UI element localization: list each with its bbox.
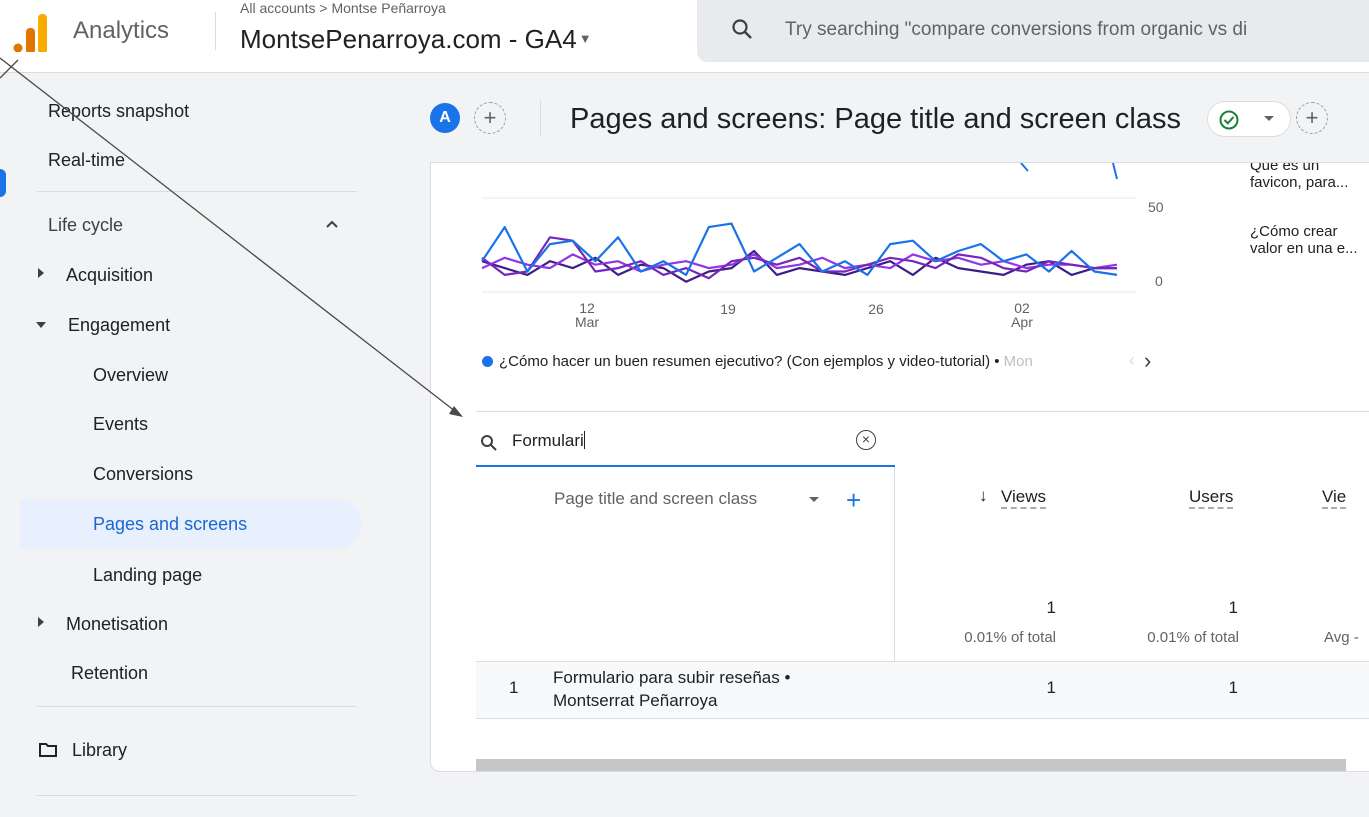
x-tick-day: 12 <box>579 300 595 316</box>
column-header-users[interactable]: Users <box>1189 487 1233 507</box>
text-cursor <box>583 431 585 449</box>
x-tick-month: Apr <box>1011 314 1033 330</box>
row-page-title[interactable]: Formulario para subir reseñas • Montserr… <box>553 666 873 712</box>
legend-prev-icon[interactable]: ‹ <box>1129 350 1135 371</box>
sidebar-item-conversions[interactable]: Conversions <box>93 464 193 485</box>
legend-text: ¿Cómo hacer un buen resumen ejecutivo? (… <box>499 353 1004 370</box>
folder-icon <box>39 743 57 757</box>
add-comparison-icon[interactable]: + <box>474 102 506 134</box>
sidebar-item-events[interactable]: Events <box>93 414 148 435</box>
sidebar-section-life-cycle[interactable]: Life cycle <box>48 215 123 236</box>
breadcrumb[interactable]: All accounts > Montse Peñarroya <box>240 0 446 16</box>
collapse-indicator[interactable] <box>0 169 6 197</box>
sidebar-divider <box>37 795 357 796</box>
total-users-pct: 0.01% of total <box>1147 629 1239 646</box>
account-name: MontsePenarroya.com - GA4 <box>240 24 577 54</box>
search-text: Formulari <box>512 431 584 450</box>
sidebar-item-label: Monetisation <box>66 614 169 634</box>
sidebar-divider <box>37 191 357 192</box>
sidebar-item-overview[interactable]: Overview <box>93 365 168 386</box>
x-tick-day: 02 <box>1014 300 1030 316</box>
search-input[interactable]: Try searching "compare conversions from … <box>785 19 1247 41</box>
chevron-down-icon <box>1264 116 1274 121</box>
total-views-pct: 0.01% of total <box>964 629 1056 646</box>
sidebar-divider <box>37 706 357 707</box>
x-tick-label: 12 Mar <box>572 301 602 329</box>
chevron-down-icon: ▼ <box>578 31 592 46</box>
sidebar-item-library[interactable]: Library <box>38 740 127 761</box>
side-legend-item: Qué es un favicon, para... <box>1250 162 1349 191</box>
row-views: 1 <box>1046 678 1056 697</box>
search-icon <box>481 435 497 451</box>
sidebar-item-label: Engagement <box>68 315 171 335</box>
report-card: 50 0 12 Mar 19 26 02 Apr Qué es un favic… <box>430 162 1369 772</box>
brand-name: Analytics <box>73 17 170 44</box>
clear-search-icon[interactable]: × <box>856 430 876 450</box>
x-tick-label: 26 <box>868 301 884 317</box>
chart-series-fragment <box>1112 163 1118 180</box>
x-tick-label: 02 Apr <box>1007 301 1037 329</box>
chevron-up-icon[interactable] <box>325 219 339 229</box>
row-divider <box>476 718 1369 719</box>
sidebar-item-label: Library <box>72 740 128 760</box>
dimension-header[interactable]: Page title and screen class <box>554 489 757 509</box>
add-dimension-icon[interactable]: + <box>846 485 861 516</box>
total-views: 1 <box>1046 598 1056 617</box>
sidebar-item-realtime[interactable]: Real-time <box>48 150 125 171</box>
page-title: Pages and screens: Page title and screen… <box>570 103 1181 135</box>
column-header-views-per-user[interactable]: Vie <box>1322 487 1346 507</box>
total-users: 1 <box>1228 598 1238 617</box>
sort-arrow-icon[interactable]: ↓ <box>979 486 988 506</box>
sidebar-item-retention[interactable]: Retention <box>71 663 148 684</box>
x-tick-month: Mar <box>574 314 600 330</box>
analytics-logo-icon[interactable] <box>8 8 48 52</box>
column-header-views[interactable]: Views <box>1001 487 1046 507</box>
header-divider <box>215 12 216 50</box>
x-tick-label: 19 <box>720 301 736 317</box>
table-divider <box>476 411 1369 412</box>
top-header: Analytics All accounts > Montse Peñarroy… <box>0 0 1369 73</box>
sidebar-item-label: Acquisition <box>66 265 154 285</box>
sidebar-item-landing-page[interactable]: Landing page <box>93 565 202 586</box>
chart-series-fragment <box>1020 163 1029 172</box>
sidebar-item-monetisation[interactable]: Monetisation <box>38 614 168 635</box>
legend-text-faded: Mon <box>1003 353 1033 370</box>
search-field-value: Formulari <box>512 431 585 451</box>
sidebar-item-engagement[interactable]: Engagement <box>36 315 170 336</box>
sidebar: Reports snapshot Real-time Life cycle Ac… <box>0 73 375 817</box>
collapse-arrow-icon <box>36 322 46 328</box>
sidebar-item-acquisition[interactable]: Acquisition <box>38 265 153 286</box>
expand-arrow-icon <box>38 617 44 627</box>
sidebar-item-reports-snapshot[interactable]: Reports snapshot <box>48 101 189 122</box>
legend-next-icon[interactable]: › <box>1144 348 1151 374</box>
report-status-dropdown[interactable] <box>1207 101 1291 137</box>
horizontal-scrollbar[interactable] <box>476 759 1346 771</box>
row-users: 1 <box>1228 678 1238 697</box>
avg-label: Avg - <box>1324 629 1359 646</box>
comparison-avatar[interactable]: A <box>430 103 460 133</box>
y-tick-label: 50 <box>1148 199 1164 215</box>
expand-arrow-icon <box>38 268 44 278</box>
table-search-input[interactable]: Formulari × <box>476 421 895 467</box>
add-filter-icon[interactable]: + <box>1296 102 1328 134</box>
legend-dot <box>482 356 493 367</box>
title-divider <box>540 100 541 136</box>
y-tick-label: 0 <box>1155 273 1163 289</box>
account-selector[interactable]: MontsePenarroya.com - GA4 ▼ <box>240 24 592 55</box>
search-bar[interactable]: Try searching "compare conversions from … <box>697 0 1369 62</box>
chevron-down-icon[interactable] <box>809 497 819 502</box>
chart-legend: ¿Cómo hacer un buen resumen ejecutivo? (… <box>482 353 1117 370</box>
search-icon <box>732 19 752 39</box>
row-index: 1 <box>509 678 519 697</box>
check-circle-icon <box>1219 110 1239 130</box>
sidebar-section-label: Life cycle <box>48 215 124 235</box>
sidebar-item-pages-and-screens[interactable]: Pages and screens <box>93 514 247 535</box>
side-legend-item: ¿Cómo crear valor en una e... <box>1250 223 1358 257</box>
